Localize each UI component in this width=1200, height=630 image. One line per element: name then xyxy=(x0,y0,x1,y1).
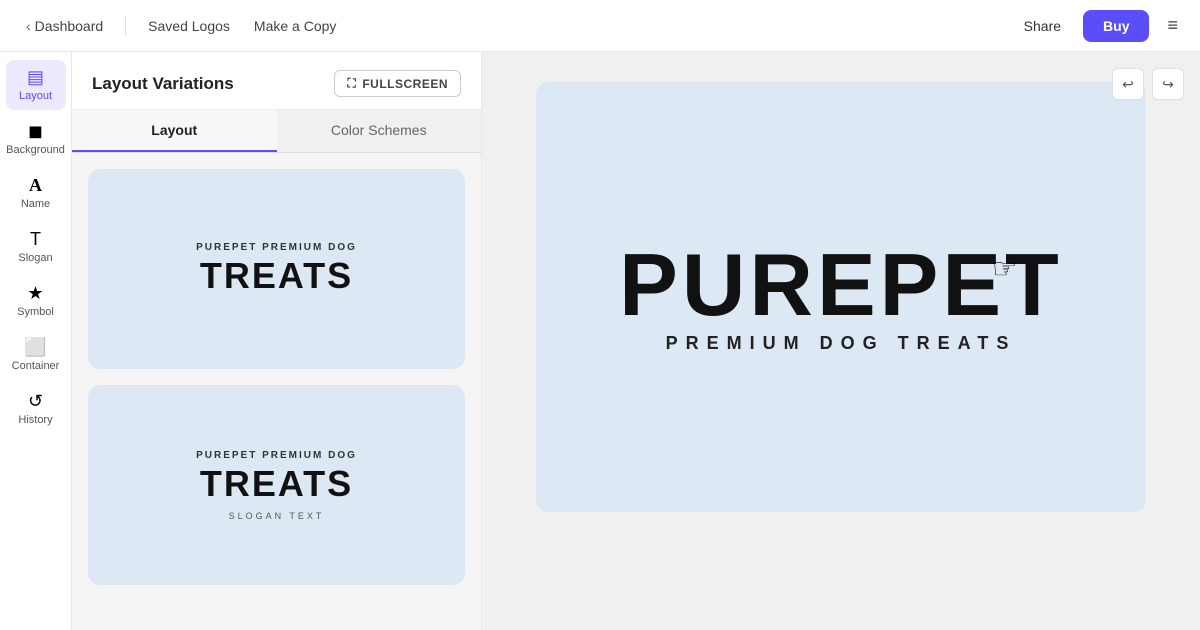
fullscreen-label: FULLSCREEN xyxy=(362,77,448,91)
panel-header: Layout Variations ⛶ FULLSCREEN xyxy=(72,52,481,110)
sidebar-label-container: Container xyxy=(12,360,60,372)
buy-button[interactable]: Buy xyxy=(1083,10,1149,42)
sidebar-item-history[interactable]: ↺ History xyxy=(6,384,66,434)
topbar-left: ‹ Dashboard Saved Logos Make a Copy xyxy=(16,12,1014,40)
card2-big-text: TREATS xyxy=(200,463,353,505)
fullscreen-icon: ⛶ xyxy=(347,76,356,91)
layout-panel: Layout Variations ⛶ FULLSCREEN Layout Co… xyxy=(72,52,482,630)
sidebar-item-symbol[interactable]: ★ Symbol xyxy=(6,276,66,326)
sidebar-label-background: Background xyxy=(6,144,65,156)
container-icon: ⬜ xyxy=(24,338,46,356)
canvas-area: ↩ ↪ PUREPET PREMIUM DOG TREATS ☞ xyxy=(482,52,1200,630)
canvas-toolbar: ↩ ↪ xyxy=(1112,68,1184,100)
undo-icon: ↩ xyxy=(1122,76,1134,93)
tab-color-schemes[interactable]: Color Schemes xyxy=(277,110,482,152)
symbol-icon: ★ xyxy=(27,284,43,302)
logo-card-1[interactable]: PUREPET PREMIUM DOG TREATS xyxy=(88,169,465,369)
card2-small-text: PUREPET PREMIUM DOG xyxy=(196,450,357,461)
tab-layout[interactable]: Layout xyxy=(72,110,277,152)
canvas-logo: PUREPET PREMIUM DOG TREATS xyxy=(619,241,1063,354)
layout-icon: ▤ xyxy=(27,68,44,86)
name-icon: A xyxy=(29,176,42,194)
chevron-left-icon: ‹ xyxy=(26,18,31,34)
panel-content: PUREPET PREMIUM DOG TREATS PUREPET PREMI… xyxy=(72,153,481,630)
back-label: Dashboard xyxy=(35,18,104,34)
slogan-icon: T xyxy=(30,230,41,248)
sidebar-label-history: History xyxy=(18,414,52,426)
logo-card-2-inner: PUREPET PREMIUM DOG TREATS SLOGAN TEXT xyxy=(196,450,357,521)
make-copy-link[interactable]: Make a Copy xyxy=(244,12,346,40)
undo-button[interactable]: ↩ xyxy=(1112,68,1144,100)
background-icon: ◼ xyxy=(28,122,43,140)
card2-slogan-text: SLOGAN TEXT xyxy=(229,511,325,521)
sidebar-label-symbol: Symbol xyxy=(17,306,54,318)
canvas-preview[interactable]: PUREPET PREMIUM DOG TREATS xyxy=(536,82,1146,512)
main-area: ▤ Layout ◼ Background A Name T Slogan ★ … xyxy=(0,52,1200,630)
menu-button[interactable]: ≡ xyxy=(1161,9,1184,42)
fullscreen-button[interactable]: ⛶ FULLSCREEN xyxy=(334,70,461,97)
topbar-right: Share Buy ≡ xyxy=(1014,9,1184,42)
canvas-sub-text: PREMIUM DOG TREATS xyxy=(666,333,1017,354)
redo-button[interactable]: ↪ xyxy=(1152,68,1184,100)
canvas-main-text: PUREPET xyxy=(619,241,1063,329)
share-button[interactable]: Share xyxy=(1014,12,1071,40)
logo-card-2[interactable]: PUREPET PREMIUM DOG TREATS SLOGAN TEXT xyxy=(88,385,465,585)
sidebar-label-slogan: Slogan xyxy=(18,252,52,264)
sidebar-item-name[interactable]: A Name xyxy=(6,168,66,218)
history-icon: ↺ xyxy=(28,392,43,410)
saved-logos-link[interactable]: Saved Logos xyxy=(138,12,240,40)
sidebar-item-background[interactable]: ◼ Background xyxy=(6,114,66,164)
sidebar-label-layout: Layout xyxy=(19,90,52,102)
sidebar-item-container[interactable]: ⬜ Container xyxy=(6,330,66,380)
card1-small-text: PUREPET PREMIUM DOG xyxy=(196,242,357,253)
card1-big-text: TREATS xyxy=(200,255,353,297)
redo-icon: ↪ xyxy=(1162,76,1174,93)
topbar: ‹ Dashboard Saved Logos Make a Copy Shar… xyxy=(0,0,1200,52)
nav-divider xyxy=(125,16,126,36)
sidebar: ▤ Layout ◼ Background A Name T Slogan ★ … xyxy=(0,52,72,630)
panel-title: Layout Variations xyxy=(92,74,234,94)
panel-tabs: Layout Color Schemes xyxy=(72,110,481,153)
logo-card-1-inner: PUREPET PREMIUM DOG TREATS xyxy=(196,242,357,297)
back-button[interactable]: ‹ Dashboard xyxy=(16,12,113,40)
sidebar-item-layout[interactable]: ▤ Layout xyxy=(6,60,66,110)
sidebar-item-slogan[interactable]: T Slogan xyxy=(6,222,66,272)
sidebar-label-name: Name xyxy=(21,198,50,210)
